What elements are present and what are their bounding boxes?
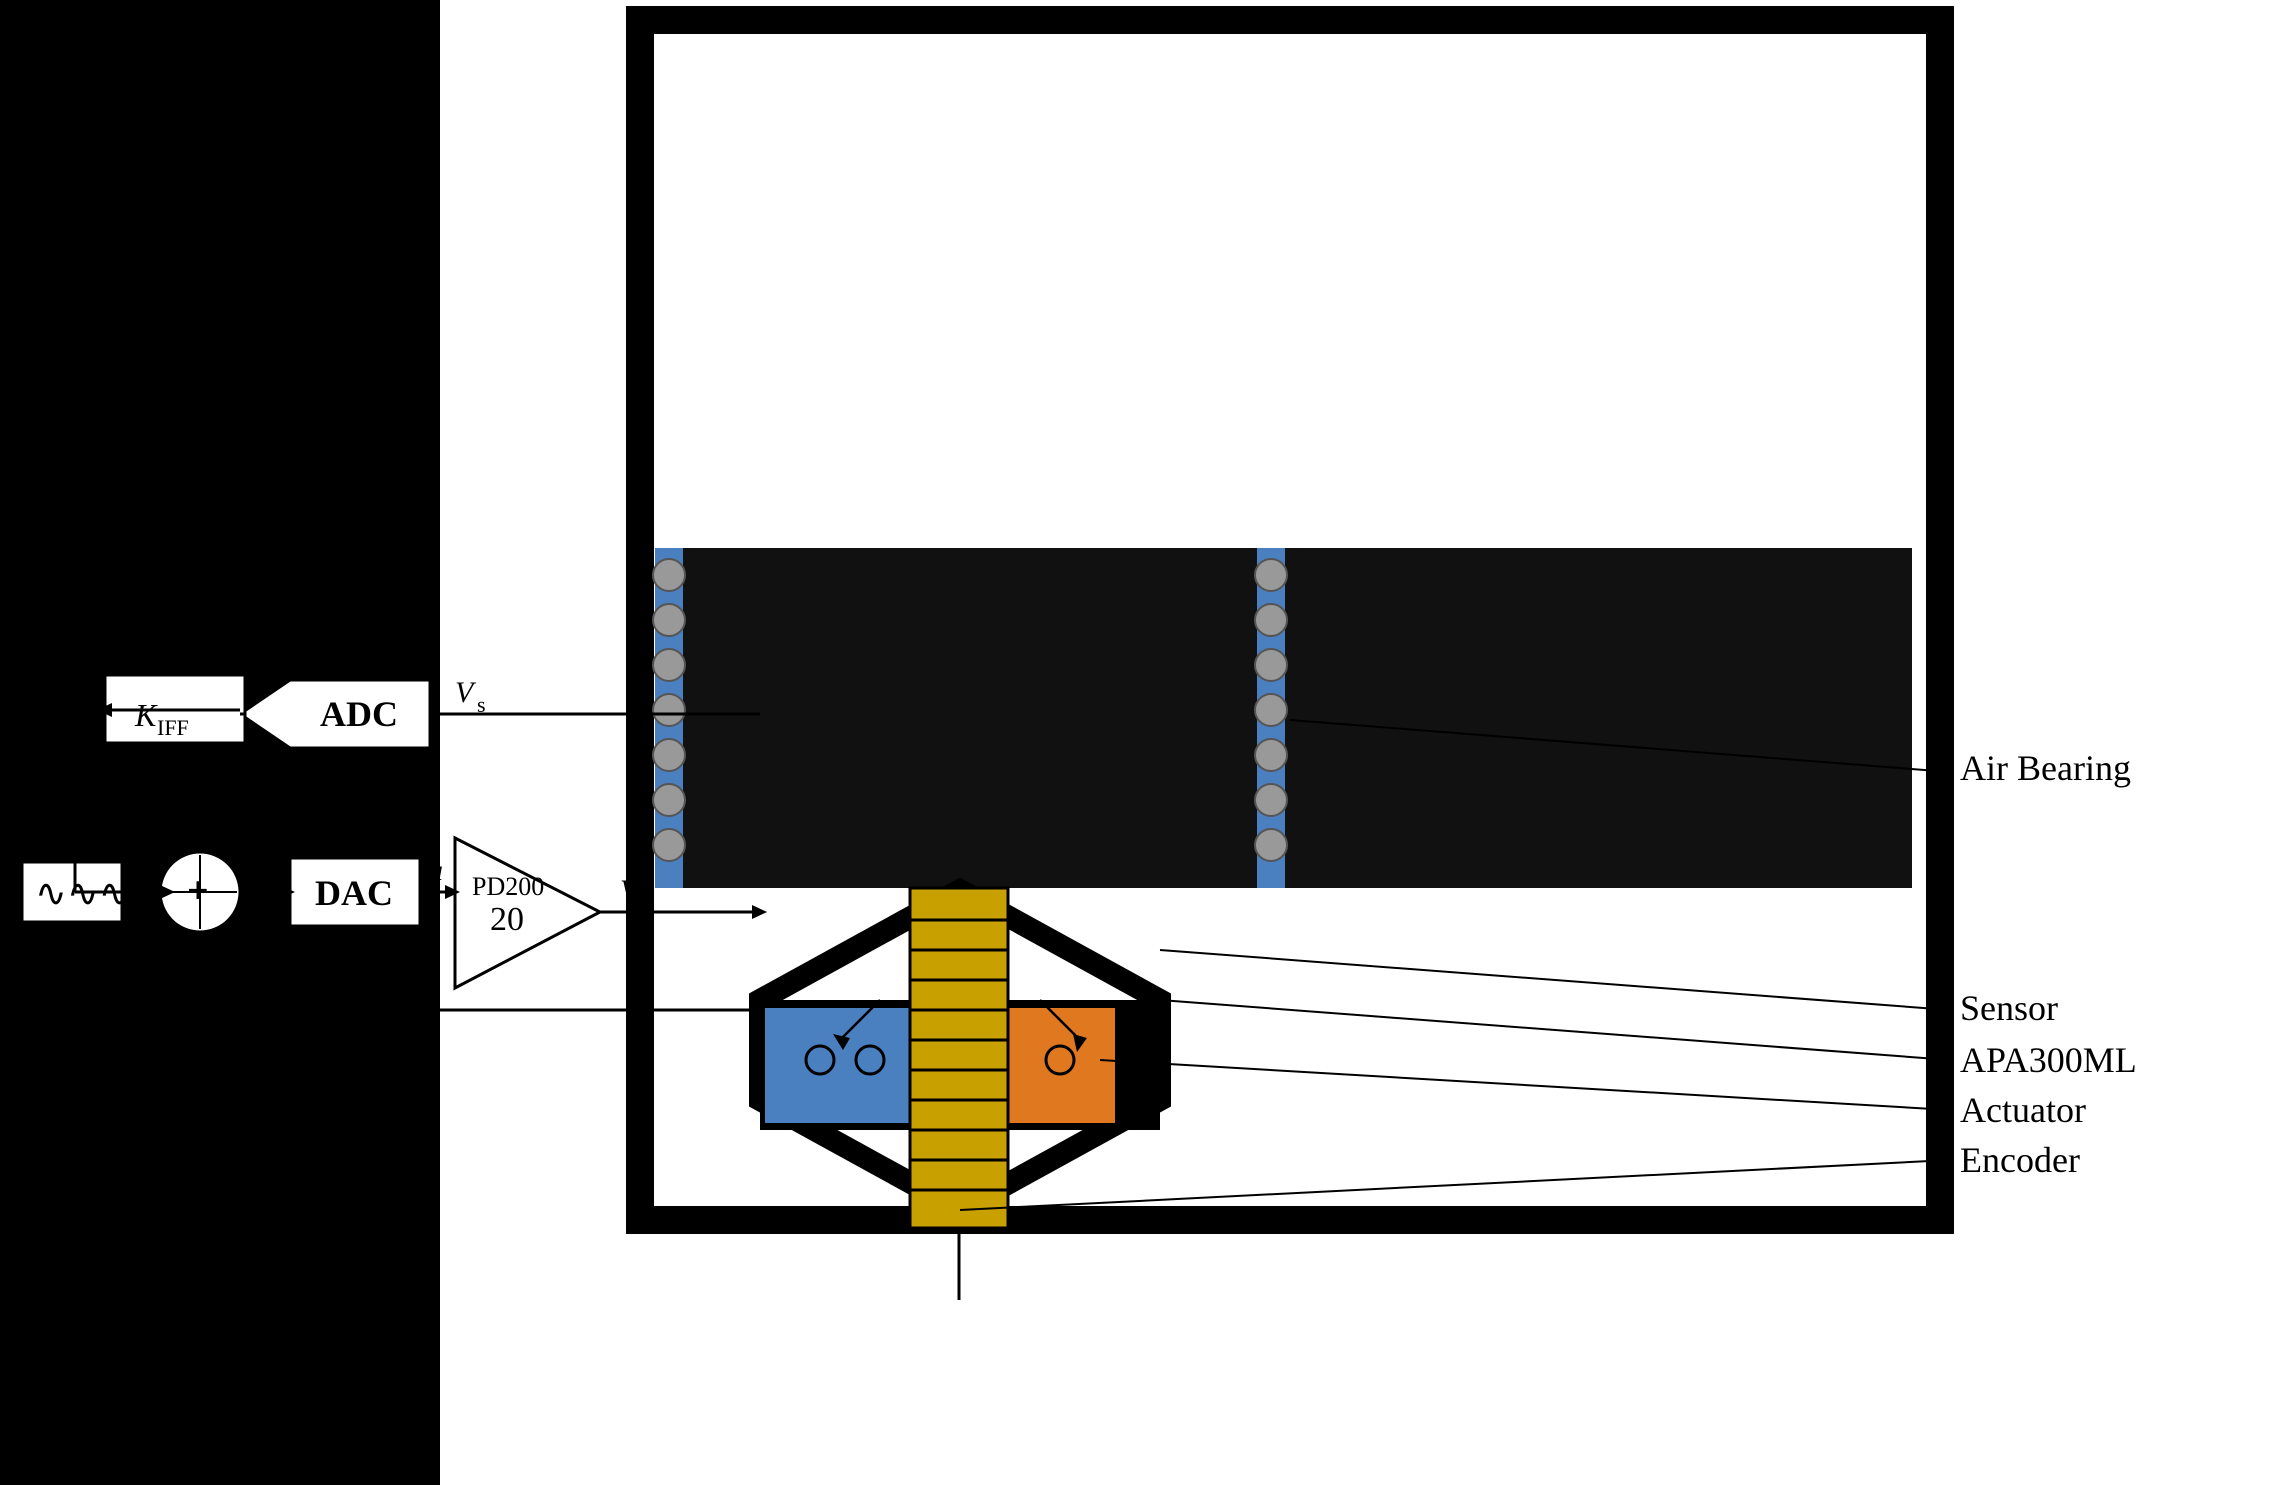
bearing-circle <box>1255 829 1287 861</box>
noise-label: ∿∿∿ <box>35 873 131 915</box>
bearing-circle <box>1255 604 1287 636</box>
piezo-blue <box>765 1008 915 1123</box>
amp-gain: 20 <box>490 901 524 938</box>
bearing-circle <box>653 604 685 636</box>
vs-sub-label: s <box>477 692 486 717</box>
amp-name: PD200 <box>472 872 544 901</box>
bearing-circle <box>653 694 685 726</box>
dac-label: DAC <box>315 873 393 913</box>
apa-line <box>1160 1000 1950 1060</box>
bearing-circle <box>1255 739 1287 771</box>
gold-spine <box>910 888 1008 1228</box>
va-sub-label: a <box>640 890 650 915</box>
u-signal-label: u <box>428 854 443 887</box>
bearing-circle <box>1255 784 1287 816</box>
kiff-label: K <box>134 697 158 733</box>
de-sub-label: e <box>328 1000 338 1025</box>
actuator-label: Actuator <box>1960 1090 2086 1130</box>
encoder-line <box>960 1160 1950 1210</box>
amplifier-block <box>455 838 600 988</box>
encoder-label: Encoder <box>1960 1140 2080 1180</box>
bearing-circle <box>653 559 685 591</box>
moving-stage <box>668 548 1912 888</box>
bearing-circle <box>1255 649 1287 681</box>
bearing-circle <box>653 739 685 771</box>
sensor-line <box>1160 950 1950 1010</box>
adc-label: ADC <box>320 694 398 734</box>
actuator-line <box>1100 1060 1950 1110</box>
de-signal-label: d <box>310 984 326 1017</box>
air-bearing-label: Air Bearing <box>1960 748 2131 788</box>
kiff-subscript: IFF <box>157 715 189 740</box>
vs-signal-label: V <box>455 676 477 709</box>
bearing-circle <box>653 649 685 681</box>
sensor-label: Sensor <box>1960 988 2058 1028</box>
top-white-area <box>668 48 1912 548</box>
bearing-circle <box>1255 559 1287 591</box>
bearing-circle <box>1255 694 1287 726</box>
apa300ml-label: APA300ML <box>1960 1040 2137 1080</box>
arrow-amp-system <box>752 905 767 919</box>
bearing-circle <box>653 829 685 861</box>
bearing-circle <box>653 784 685 816</box>
